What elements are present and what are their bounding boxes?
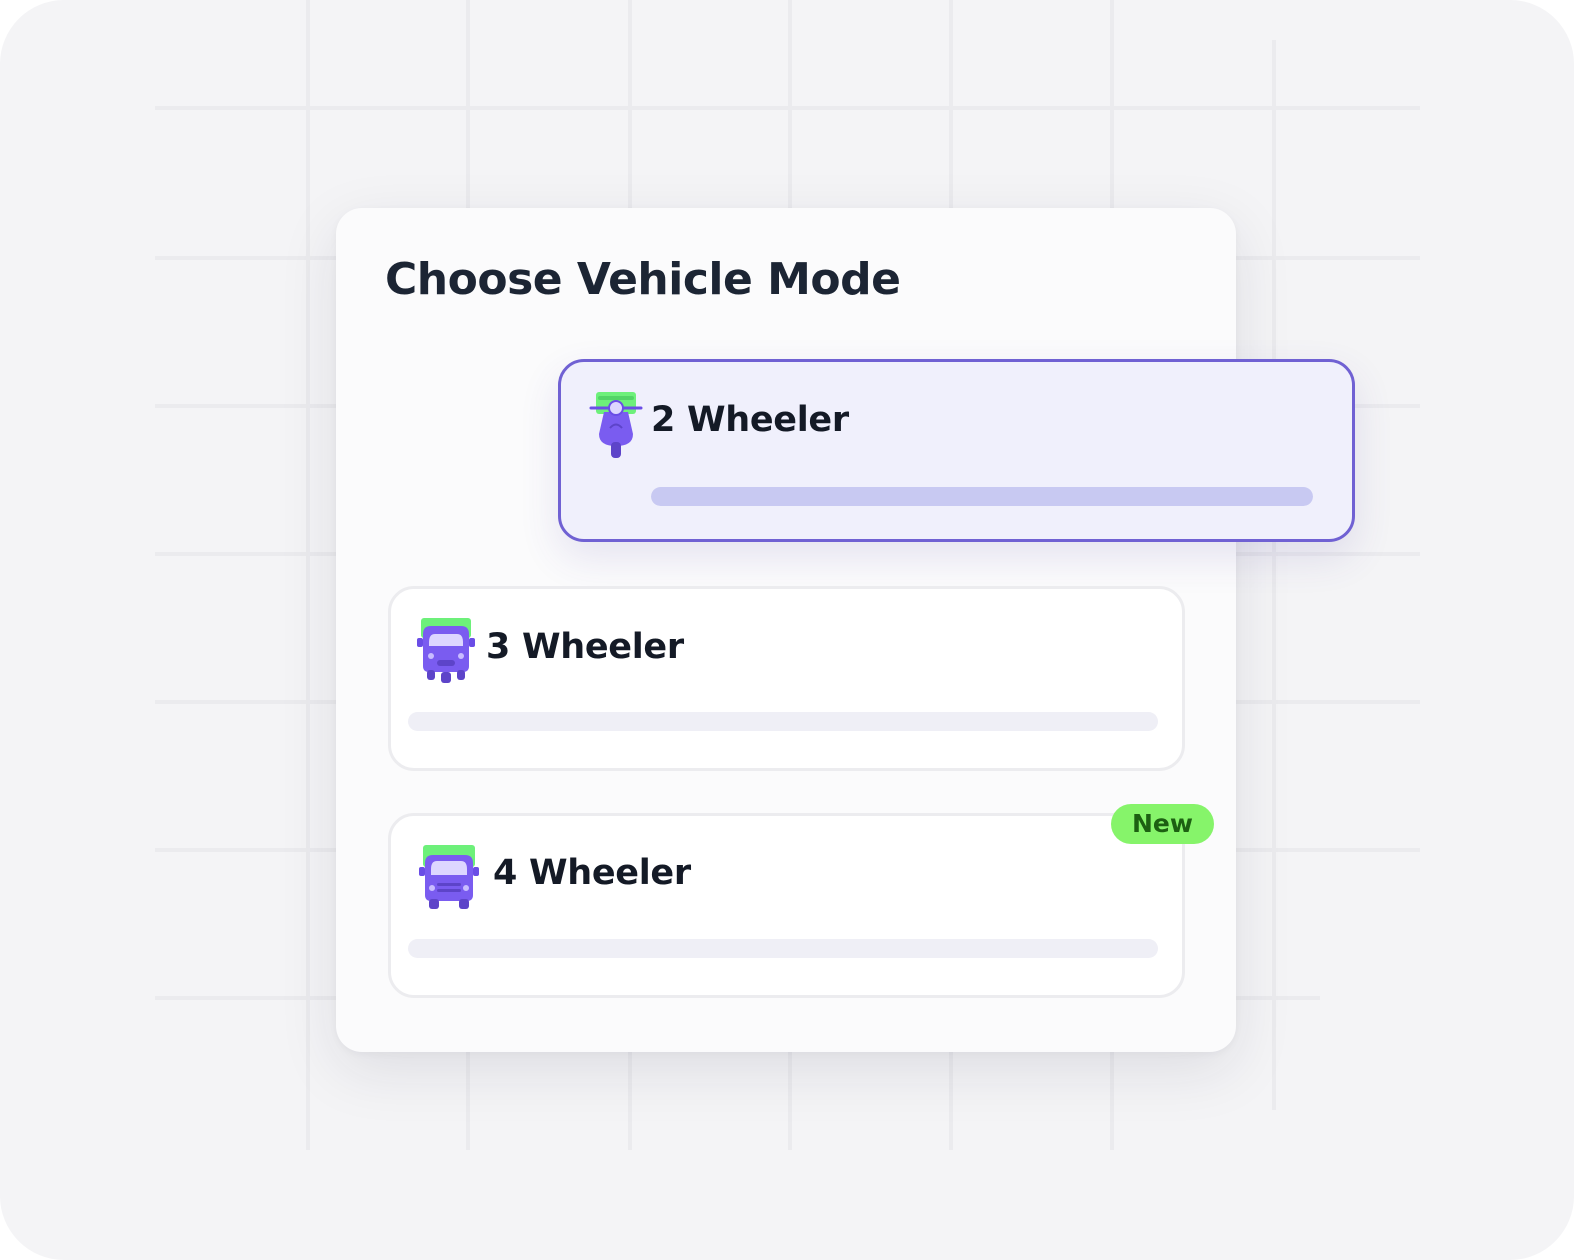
progress-bar xyxy=(651,487,1313,506)
progress-bar-fill xyxy=(408,939,1158,958)
vehicle-option-label: 2 Wheeler xyxy=(651,400,849,440)
vehicle-option-3-wheeler[interactable]: 3 Wheeler xyxy=(388,586,1185,771)
page-title: Choose Vehicle Mode xyxy=(385,254,901,305)
vehicle-option-4-wheeler[interactable]: 4 Wheeler xyxy=(388,813,1185,998)
progress-bar xyxy=(408,712,1158,731)
scooter-icon xyxy=(589,392,643,458)
new-badge: New xyxy=(1111,804,1214,844)
app-frame: Choose Vehicle Mode 2 Wheeler 3 Wheeler … xyxy=(0,0,1574,1260)
vehicle-option-label: 4 Wheeler xyxy=(493,853,691,893)
progress-bar-fill xyxy=(651,487,1313,506)
auto-rickshaw-icon xyxy=(417,618,475,683)
vehicle-option-2-wheeler[interactable]: 2 Wheeler xyxy=(558,359,1355,542)
progress-bar-fill xyxy=(408,712,1158,731)
vehicle-option-label: 3 Wheeler xyxy=(486,627,684,667)
mini-truck-icon xyxy=(419,845,479,909)
progress-bar xyxy=(408,939,1158,958)
